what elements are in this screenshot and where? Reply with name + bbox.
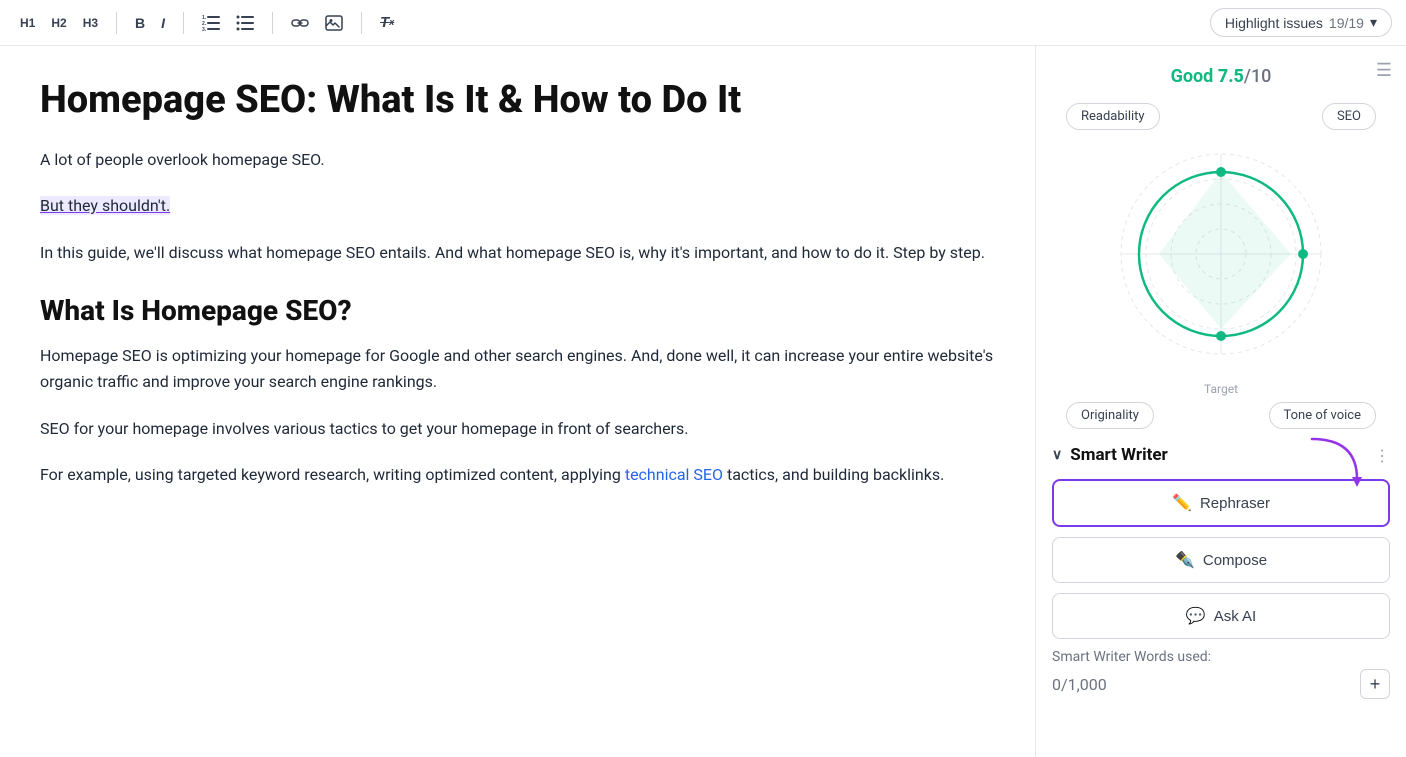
- format-group: B I: [129, 12, 171, 34]
- article-title: Homepage SEO: What Is It & How to Do It: [40, 78, 995, 123]
- score-denom: /10: [1244, 66, 1271, 87]
- tone-of-voice-label[interactable]: Tone of voice: [1269, 402, 1376, 429]
- paragraph-highlighted: But they shouldn't.: [40, 193, 995, 219]
- score-good-text: Good: [1171, 66, 1214, 87]
- highlight-count: 19/19: [1329, 15, 1364, 31]
- score-label: Good 7.5/10: [1056, 66, 1386, 87]
- compose-icon: ✒️: [1175, 550, 1195, 570]
- heading-2: What Is Homepage SEO?: [40, 294, 995, 327]
- highlight-issues-button[interactable]: Highlight issues 19/19 ▾: [1210, 8, 1392, 37]
- smart-writer-info-icon[interactable]: ⋮: [1374, 446, 1390, 465]
- bold-button[interactable]: B: [129, 12, 151, 34]
- divider-1: [116, 12, 117, 34]
- radar-bottom-labels: Originality Tone of voice: [1056, 402, 1386, 429]
- rephraser-button[interactable]: ✏️ Rephraser: [1052, 479, 1390, 527]
- heading-group: H1 H2 H3: [14, 13, 104, 33]
- score-section: Good 7.5/10 Readability SEO: [1036, 46, 1406, 429]
- smart-writer-header: ∨ Smart Writer ⋮: [1052, 445, 1390, 465]
- insert-group: [285, 11, 349, 35]
- compose-button[interactable]: ✒️ Compose: [1052, 537, 1390, 583]
- panel-menu-icon[interactable]: ☰: [1376, 60, 1392, 81]
- divider-2: [183, 12, 184, 34]
- seo-label[interactable]: SEO: [1322, 103, 1376, 130]
- editor-toolbar: H1 H2 H3 B I 1.2.3. Tx Highlight issues …: [0, 0, 1406, 46]
- originality-label[interactable]: Originality: [1066, 402, 1154, 429]
- h3-button[interactable]: H3: [77, 13, 104, 33]
- image-button[interactable]: [319, 11, 349, 35]
- highlight-label: Highlight issues: [1225, 15, 1323, 31]
- divider-4: [361, 12, 362, 34]
- clear-format-button[interactable]: Tx: [374, 11, 400, 34]
- radar-top-labels: Readability SEO: [1056, 103, 1386, 130]
- ask-ai-icon: 💬: [1186, 606, 1206, 626]
- paragraph-3: Homepage SEO is optimizing your homepage…: [40, 343, 995, 396]
- rephraser-button-container: ✏️ Rephraser: [1052, 479, 1390, 527]
- paragraph-1: A lot of people overlook homepage SEO.: [40, 147, 995, 173]
- smart-writer-title: ∨ Smart Writer: [1052, 445, 1168, 465]
- main-layout: Homepage SEO: What Is It & How to Do It …: [0, 46, 1406, 757]
- words-used-label: Smart Writer Words used:: [1052, 649, 1390, 665]
- chevron-down-icon[interactable]: ∨: [1052, 447, 1062, 463]
- link-button[interactable]: [285, 12, 315, 34]
- paragraph-4: SEO for your homepage involves various t…: [40, 416, 995, 442]
- paragraph-5: For example, using targeted keyword rese…: [40, 462, 995, 488]
- ordered-list-button[interactable]: 1.2.3.: [196, 11, 226, 35]
- h1-button[interactable]: H1: [14, 13, 41, 33]
- target-label: Target: [1056, 382, 1386, 396]
- unordered-list-button[interactable]: [230, 11, 260, 35]
- h2-button[interactable]: H2: [45, 13, 72, 33]
- radar-chart: [1101, 134, 1341, 374]
- divider-3: [272, 12, 273, 34]
- paragraph-2: In this guide, we'll discuss what homepa…: [40, 240, 995, 266]
- smart-writer-section: ∨ Smart Writer ⋮ ✏️ Rephraser ✒️: [1036, 429, 1406, 699]
- editor-area[interactable]: Homepage SEO: What Is It & How to Do It …: [0, 46, 1036, 757]
- paragraph-5-after-link: tactics, and building backlinks.: [723, 465, 944, 484]
- right-panel: ☰ Good 7.5/10 Readability SEO: [1036, 46, 1406, 757]
- highlighted-sentence: But they shouldn't.: [40, 196, 170, 215]
- words-used-count: 0/1,000: [1052, 675, 1107, 694]
- list-group: 1.2.3.: [196, 11, 260, 35]
- readability-label[interactable]: Readability: [1066, 103, 1160, 130]
- ask-ai-button[interactable]: 💬 Ask AI: [1052, 593, 1390, 639]
- add-words-button[interactable]: +: [1360, 669, 1390, 699]
- paragraph-5-before-link: For example, using targeted keyword rese…: [40, 465, 625, 484]
- italic-button[interactable]: I: [155, 12, 171, 34]
- words-used-row: 0/1,000 +: [1052, 669, 1390, 699]
- chevron-down-icon: ▾: [1370, 14, 1377, 31]
- rephraser-icon: ✏️: [1172, 493, 1192, 513]
- technical-seo-link[interactable]: technical SEO: [625, 465, 723, 484]
- svg-text:3.: 3.: [202, 27, 207, 31]
- score-value: 7.5: [1218, 66, 1244, 87]
